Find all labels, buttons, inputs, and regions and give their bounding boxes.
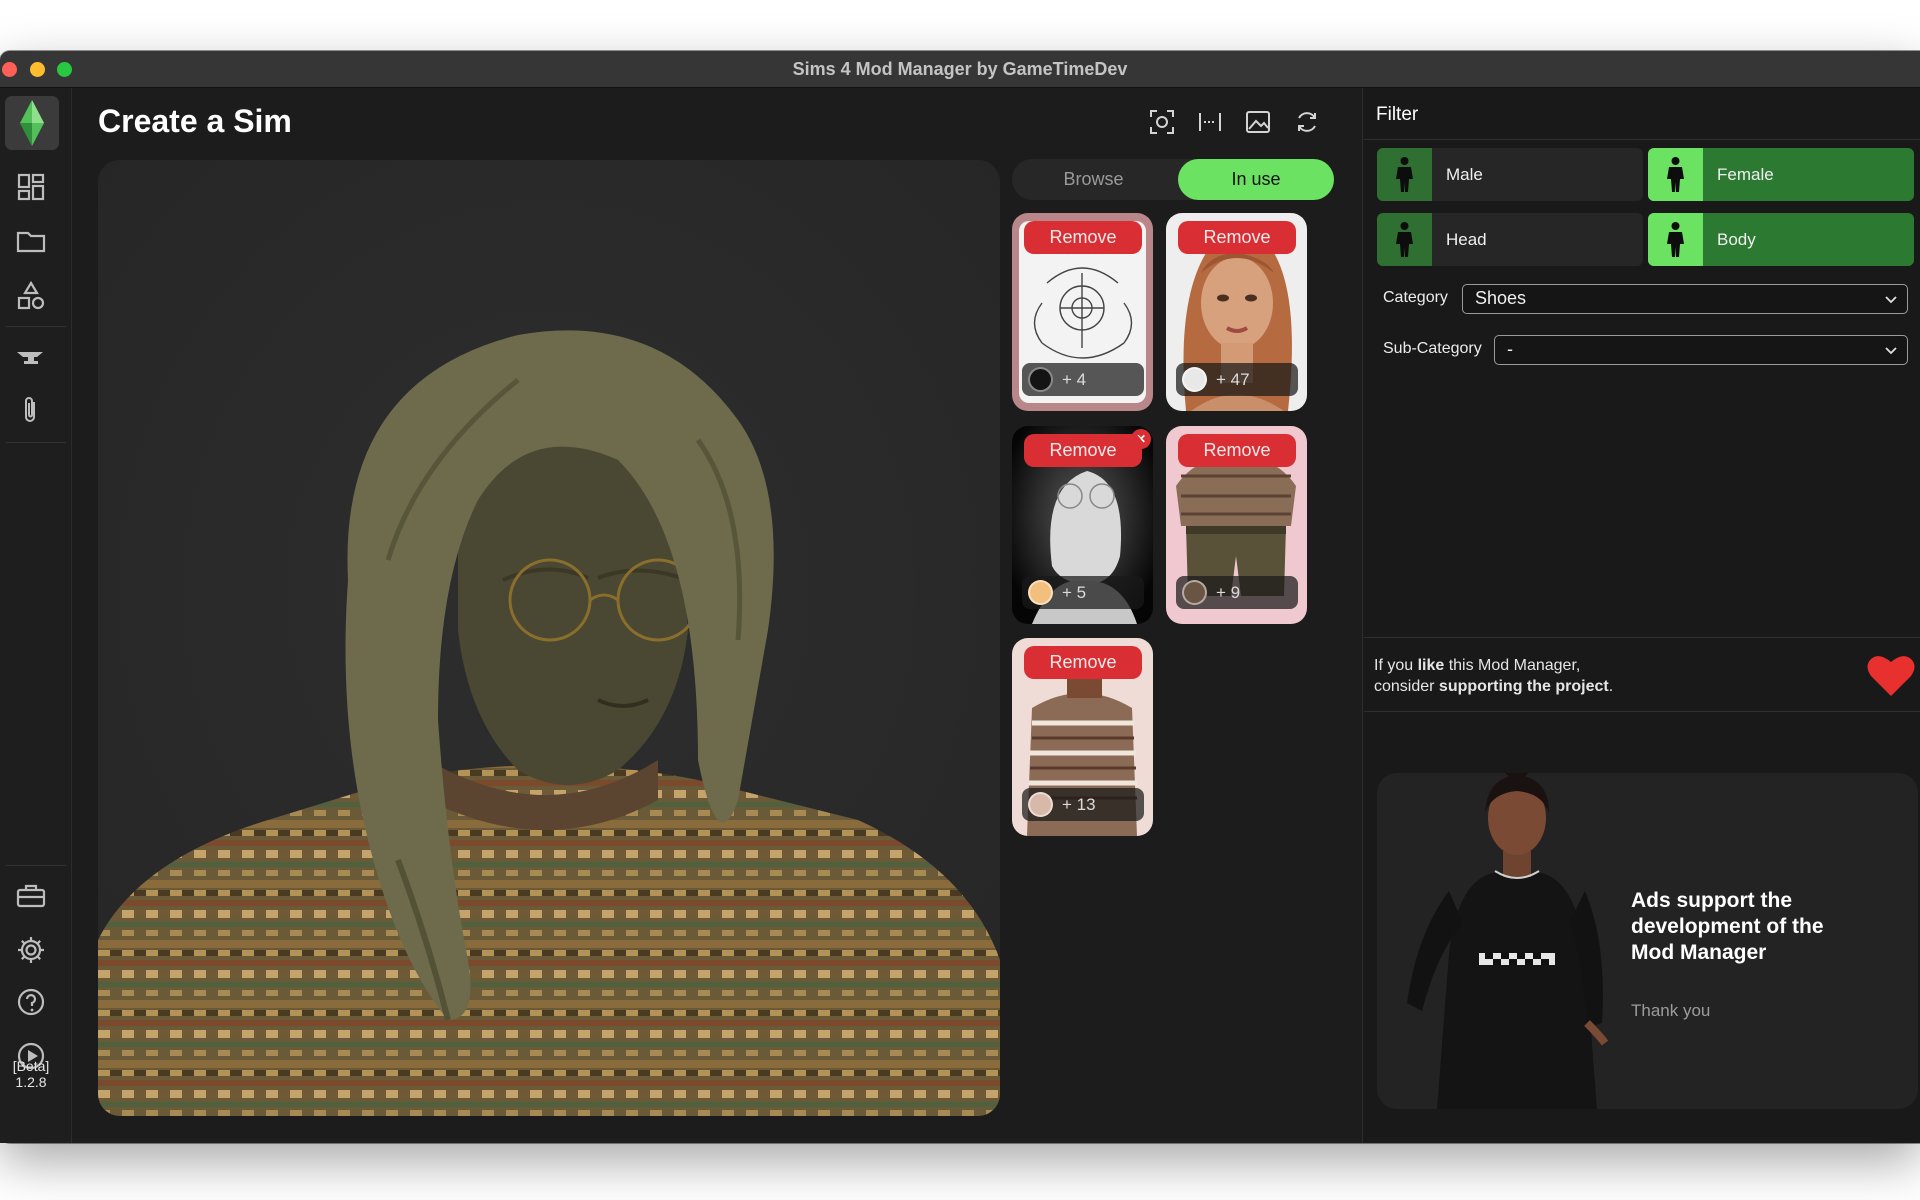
shapes-icon[interactable] [14, 279, 48, 313]
remove-button[interactable]: Remove [1178, 434, 1296, 467]
swatch-selector[interactable]: + 13 [1022, 788, 1144, 821]
maximize-window-button[interactable] [57, 62, 72, 77]
chevron-down-icon [1885, 296, 1897, 304]
category-select[interactable]: Shoes [1462, 284, 1908, 314]
remove-button[interactable]: Remove [1024, 646, 1142, 679]
refresh-icon[interactable] [1291, 106, 1323, 138]
title-bar: Sims 4 Mod Manager by GameTimeDev [0, 51, 1920, 88]
swatch-count: + 4 [1062, 370, 1087, 389]
swatch-selector[interactable]: + 47 [1176, 363, 1298, 396]
measure-icon[interactable] [1194, 106, 1226, 138]
anvil-icon[interactable] [14, 340, 48, 374]
filter-body-label: Body [1717, 230, 1756, 249]
person-icon [1648, 213, 1703, 266]
filter-head-button[interactable]: Head [1377, 213, 1643, 266]
heart-icon[interactable] [1866, 652, 1916, 698]
ad-heading: Ads support the development of the Mod M… [1631, 889, 1824, 964]
filter-male-button[interactable]: Male [1377, 148, 1643, 201]
dashboard-icon[interactable] [14, 170, 48, 204]
swatch-color [1028, 580, 1053, 605]
subcategory-value: - [1507, 339, 1513, 359]
filter-female-button[interactable]: Female [1648, 148, 1914, 201]
swatch-color [1028, 367, 1053, 392]
page-title: Create a Sim [98, 103, 292, 139]
filter-divider [1364, 139, 1920, 140]
subcategory-select[interactable]: - [1494, 335, 1908, 365]
person-icon [1377, 148, 1432, 201]
filter-female-label: Female [1717, 165, 1774, 184]
chevron-down-icon [1885, 347, 1897, 355]
swatch-selector[interactable]: + 9 [1176, 576, 1298, 609]
capture-icon[interactable] [1146, 106, 1178, 138]
filter-head-label: Head [1446, 230, 1487, 249]
item-card[interactable]: Remove + 47 [1166, 213, 1307, 411]
minimize-window-button[interactable] [30, 62, 45, 77]
person-icon [1648, 148, 1703, 201]
view-mode-toggle: Browse In use [1012, 159, 1334, 200]
app-logo[interactable] [5, 96, 59, 150]
support-message: If you like this Mod Manager, consider s… [1374, 657, 1614, 695]
sim-preview-viewport[interactable] [98, 160, 1000, 1116]
ad-card[interactable]: Ads support the development of the Mod M… [1377, 773, 1918, 1109]
support-divider [1364, 637, 1920, 638]
category-value: Shoes [1475, 288, 1527, 308]
sidebar-divider [6, 326, 66, 327]
category-label: Category [1383, 289, 1448, 306]
swatch-selector[interactable]: + 5 [1022, 576, 1144, 609]
image-icon[interactable] [1242, 106, 1274, 138]
remove-button[interactable]: Remove [1178, 221, 1296, 254]
remove-button[interactable]: Remove [1024, 221, 1142, 254]
support-divider [1364, 711, 1920, 712]
paperclip-icon[interactable] [14, 393, 48, 427]
swatch-count: + 47 [1216, 370, 1250, 389]
remove-button[interactable]: Remove [1024, 434, 1142, 467]
subcategory-label: Sub-Category [1383, 340, 1482, 357]
toolbox-icon[interactable] [14, 879, 48, 913]
close-window-button[interactable] [2, 62, 17, 77]
window-title: Sims 4 Mod Manager by GameTimeDev [792, 59, 1128, 79]
plumbob-icon [20, 100, 44, 146]
swatch-color [1182, 367, 1207, 392]
tab-in-use[interactable]: In use [1178, 159, 1334, 200]
swatch-count: + 13 [1062, 795, 1096, 814]
ad-thanks: Thank you [1631, 1001, 1711, 1020]
filter-body-button[interactable]: Body [1648, 213, 1914, 266]
version-label: [Beta] 1.2.8 [0, 1058, 62, 1090]
person-icon [1377, 213, 1432, 266]
swatch-color [1028, 792, 1053, 817]
item-card[interactable]: ✕ Remove + 5 [1012, 426, 1153, 624]
item-card[interactable]: Remove + 9 [1166, 426, 1307, 624]
swatch-count: + 5 [1062, 583, 1087, 602]
swatch-selector[interactable]: + 4 [1022, 363, 1144, 396]
filter-male-label: Male [1446, 165, 1483, 184]
version-tag: [Beta] [12, 1058, 50, 1074]
sim-model-render [98, 160, 1000, 1116]
item-card[interactable]: Remove + 4 [1012, 213, 1153, 411]
tab-browse[interactable]: Browse [1012, 159, 1175, 200]
swatch-color [1182, 580, 1207, 605]
sidebar-divider [6, 865, 66, 866]
filter-title: Filter [1376, 104, 1419, 125]
help-icon[interactable] [14, 985, 48, 1019]
folder-icon[interactable] [14, 224, 48, 258]
item-card[interactable]: Remove + 13 [1012, 638, 1153, 836]
gear-icon[interactable] [14, 933, 48, 967]
swatch-count: + 9 [1216, 583, 1241, 602]
version-number: 1.2.8 [15, 1074, 47, 1090]
sidebar-divider [6, 442, 66, 443]
